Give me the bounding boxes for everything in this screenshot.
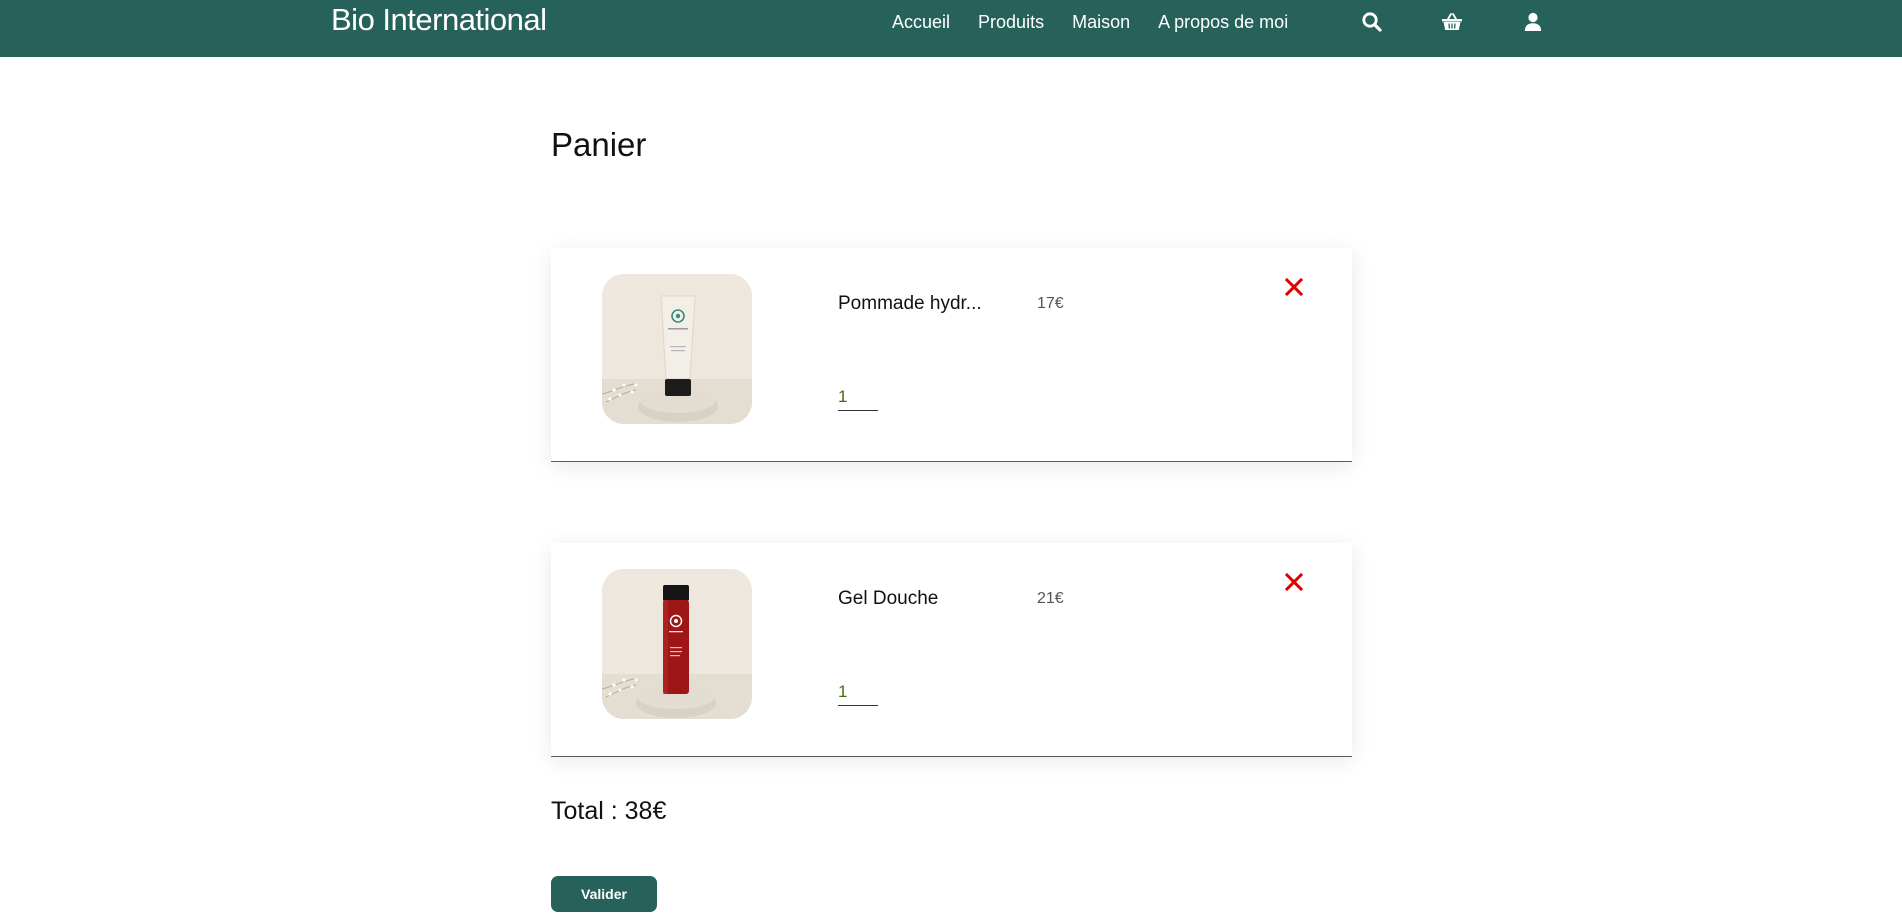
cart-item: Gel Douche 21€ xyxy=(551,543,1352,757)
quantity-input[interactable] xyxy=(838,384,878,411)
cream-tube-product-image[interactable] xyxy=(602,274,752,424)
close-icon xyxy=(1284,277,1304,297)
nav-link-produits[interactable]: Produits xyxy=(978,12,1044,33)
validate-order-button[interactable]: Valider xyxy=(551,876,657,912)
total-value: 38€ xyxy=(624,797,667,825)
brand-logo[interactable]: Bio International xyxy=(331,2,547,38)
page-title: Panier xyxy=(551,126,647,163)
basket-icon[interactable] xyxy=(1440,10,1464,34)
cart-item: Pommade hydr... 17€ xyxy=(551,248,1352,462)
remove-item-button[interactable] xyxy=(1283,276,1305,298)
remove-item-button[interactable] xyxy=(1283,571,1305,593)
product-name[interactable]: Gel Douche xyxy=(838,588,998,610)
cart-total: Total : 38€ xyxy=(551,797,666,826)
total-label: Total : xyxy=(551,797,625,825)
product-price: 21€ xyxy=(1037,590,1064,607)
nav-link-a-propos[interactable]: A propos de moi xyxy=(1158,12,1288,33)
nav-link-maison[interactable]: Maison xyxy=(1072,12,1130,33)
top-navbar: Bio International Accueil Produits Maiso… xyxy=(0,0,1902,57)
shower-gel-bottle-product-image[interactable] xyxy=(602,569,752,719)
product-price: 17€ xyxy=(1037,295,1064,312)
user-icon[interactable] xyxy=(1521,10,1545,34)
quantity-input[interactable] xyxy=(838,679,878,706)
search-icon[interactable] xyxy=(1360,10,1384,34)
nav-link-accueil[interactable]: Accueil xyxy=(892,12,950,33)
product-name[interactable]: Pommade hydr... xyxy=(838,293,998,315)
main-nav: Accueil Produits Maison A propos de moi xyxy=(892,0,1316,44)
close-icon xyxy=(1284,572,1304,592)
